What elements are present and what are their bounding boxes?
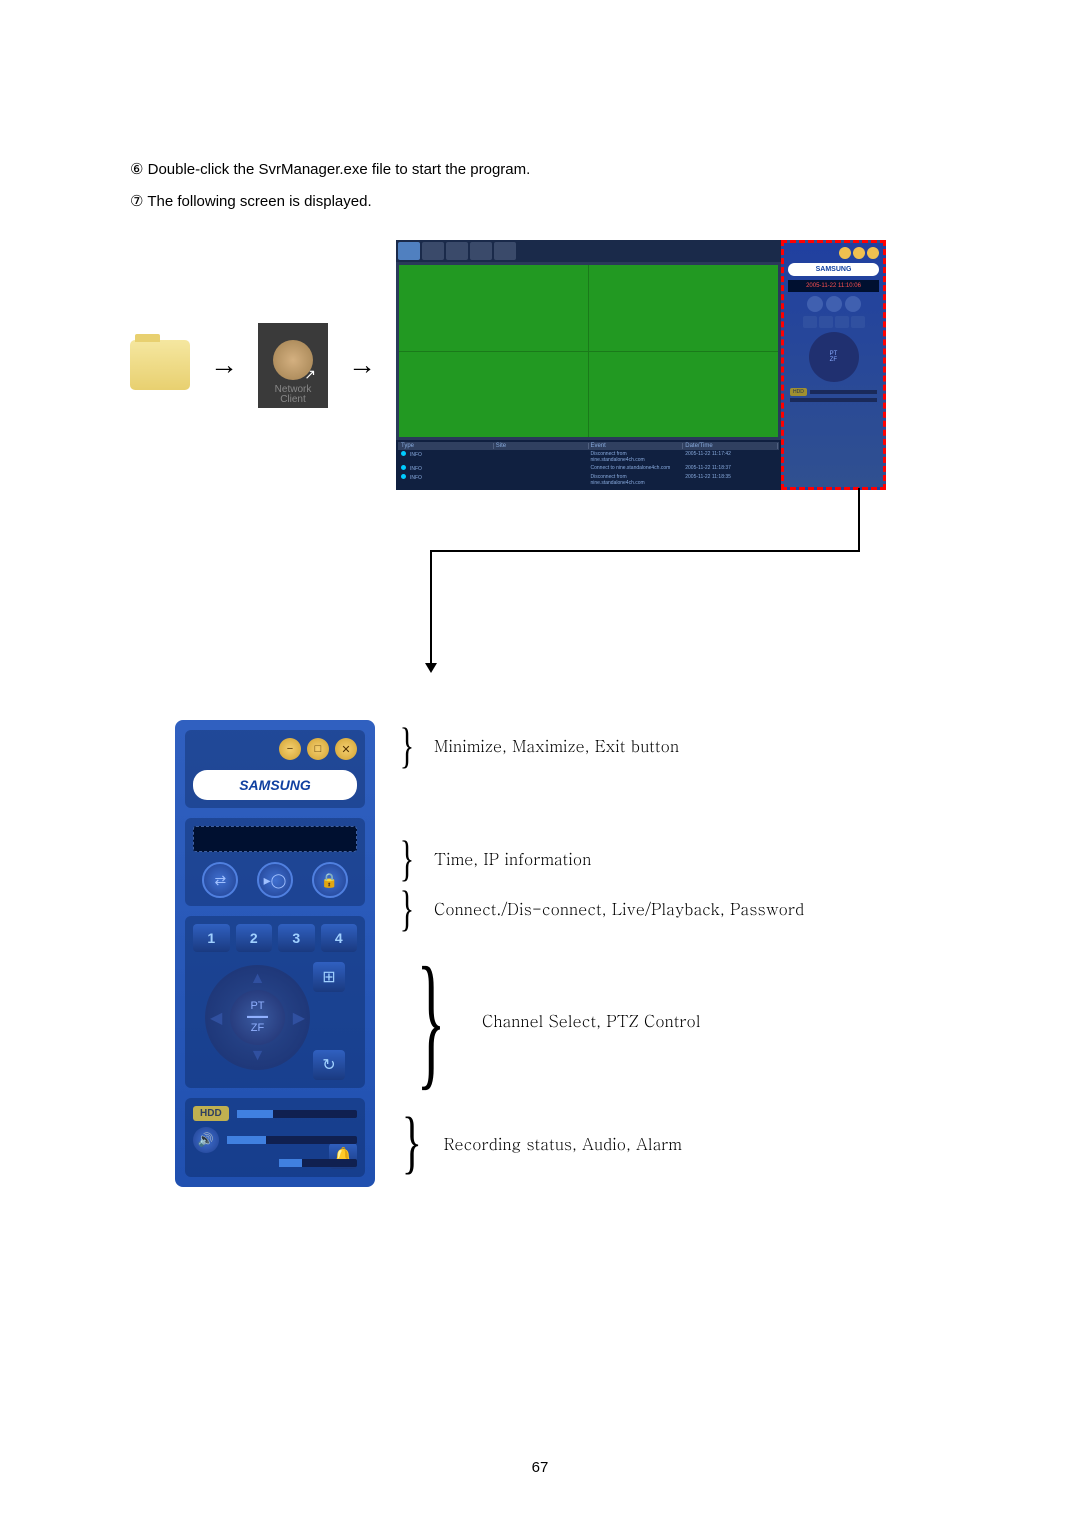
hdd-label: HDD [193,1106,229,1121]
brace-icon: } [402,1103,422,1183]
samsung-logo: SAMSUNG [788,263,879,276]
channel-button[interactable] [819,316,833,328]
annotation-status: Recording status, Audio, Alarm [444,1132,682,1155]
video-cell[interactable] [589,265,778,351]
brace-icon: } [400,879,414,937]
hdd-status-bar [237,1110,357,1118]
flow-connector [430,550,860,552]
minimize-button[interactable]: − [279,738,301,760]
flow-connector [858,488,860,550]
video-cell[interactable] [399,352,588,438]
ptz-right-icon[interactable]: ▶ [293,1008,305,1028]
network-client-icon: Network Client [258,323,328,408]
channel-1-button[interactable]: 1 [193,924,230,952]
maximize-button[interactable]: □ [307,738,329,760]
app-toolbar [396,240,781,262]
launch-flow: → Network Client → [130,240,950,490]
toolbar-button[interactable] [470,242,492,260]
annotation-time-ip: Time, IP information [434,847,591,870]
channel-3-button[interactable]: 3 [278,924,315,952]
log-row: INFO Connect to nine.standalone4ch.com 2… [398,464,779,473]
channel-button[interactable] [803,316,817,328]
window-controls-section: − □ ✕ SAMSUNG [185,730,365,808]
ptz-center: PT ▬▬▬ ZF [230,990,285,1045]
exit-button[interactable]: ✕ [335,738,357,760]
ptz-control-wheel[interactable]: ▲ ▼ ◀ ▶ PT ▬▬▬ ZF [205,965,310,1070]
channel-button[interactable] [835,316,849,328]
brace-icon: } [417,953,446,1088]
status-bar [279,1159,357,1167]
app-sidebar-highlighted: SAMSUNG 2005-11-22 11:10:06 PTZF [781,240,886,490]
toolbar-button[interactable] [422,242,444,260]
channel-button[interactable] [851,316,865,328]
refresh-button[interactable]: ↻ [313,1050,345,1080]
flow-connector [430,550,432,665]
samsung-logo: SAMSUNG [193,770,357,800]
channel-ptz-section: 1 2 3 4 ⊞ ▲ ▼ ◀ ▶ PT ▬▬▬ ZF [185,916,365,1088]
annotation-connect: Connect./Dis-connect, Live/Playback, Pas… [434,897,804,920]
brace-icon: } [400,716,414,774]
sidebar-detail-panel: − □ ✕ SAMSUNG ⇄ ▸◯ 🔒 1 2 [175,720,375,1187]
time-ip-section: ⇄ ▸◯ 🔒 [185,818,365,906]
connect-disconnect-button[interactable]: ⇄ [202,862,238,898]
channel-4-button[interactable]: 4 [321,924,358,952]
log-row: INFO Disconnect from nine.standalone4ch.… [398,450,779,464]
annotation-window-controls: Minimize, Maximize, Exit button [434,734,679,757]
toolbar-button[interactable] [494,242,516,260]
maximize-icon[interactable] [853,247,865,259]
folder-icon [130,340,190,390]
video-cell[interactable] [399,265,588,351]
instruction-step-7: ⑦ The following screen is displayed. [130,192,950,210]
close-icon[interactable] [867,247,879,259]
ptz-left-icon[interactable]: ◀ [210,1008,222,1028]
ptz-wheel[interactable]: PTZF [809,332,859,382]
minimize-icon[interactable] [839,247,851,259]
instruction-step-6: ⑥ Double-click the SvrManager.exe file t… [130,160,950,178]
live-playback-button[interactable]: ▸◯ [257,862,293,898]
password-button[interactable]: 🔒 [312,862,348,898]
arrow-icon: → [348,349,376,381]
toolbar-button[interactable] [398,242,420,260]
log-row: INFO Disconnect from nine.standalone4ch.… [398,473,779,487]
page-number: 67 [532,1459,549,1476]
time-ip-display [193,826,357,852]
app-screenshot: Type Site Event Date/Time INFO Disconnec… [396,240,886,490]
ptz-up-icon[interactable]: ▲ [250,970,266,988]
password-button[interactable] [845,296,861,312]
video-cell[interactable] [589,352,778,438]
status-section: HDD 🔊 🔔 [185,1098,365,1177]
time-display: 2005-11-22 11:10:06 [788,280,879,292]
channel-2-button[interactable]: 2 [236,924,273,952]
event-log: Type Site Event Date/Time INFO Disconnec… [396,440,781,490]
live-playback-button[interactable] [826,296,842,312]
audio-icon[interactable]: 🔊 [193,1127,219,1153]
status-area: HDD [788,386,879,404]
connect-button[interactable] [807,296,823,312]
audio-status-bar [227,1136,357,1144]
video-grid [399,265,778,437]
annotation-channel-ptz: Channel Select, PTZ Control [482,1009,701,1032]
ptz-down-icon[interactable]: ▼ [250,1047,266,1065]
toolbar-button[interactable] [446,242,468,260]
arrow-icon: → [210,349,238,381]
grid-view-button[interactable]: ⊞ [313,962,345,992]
